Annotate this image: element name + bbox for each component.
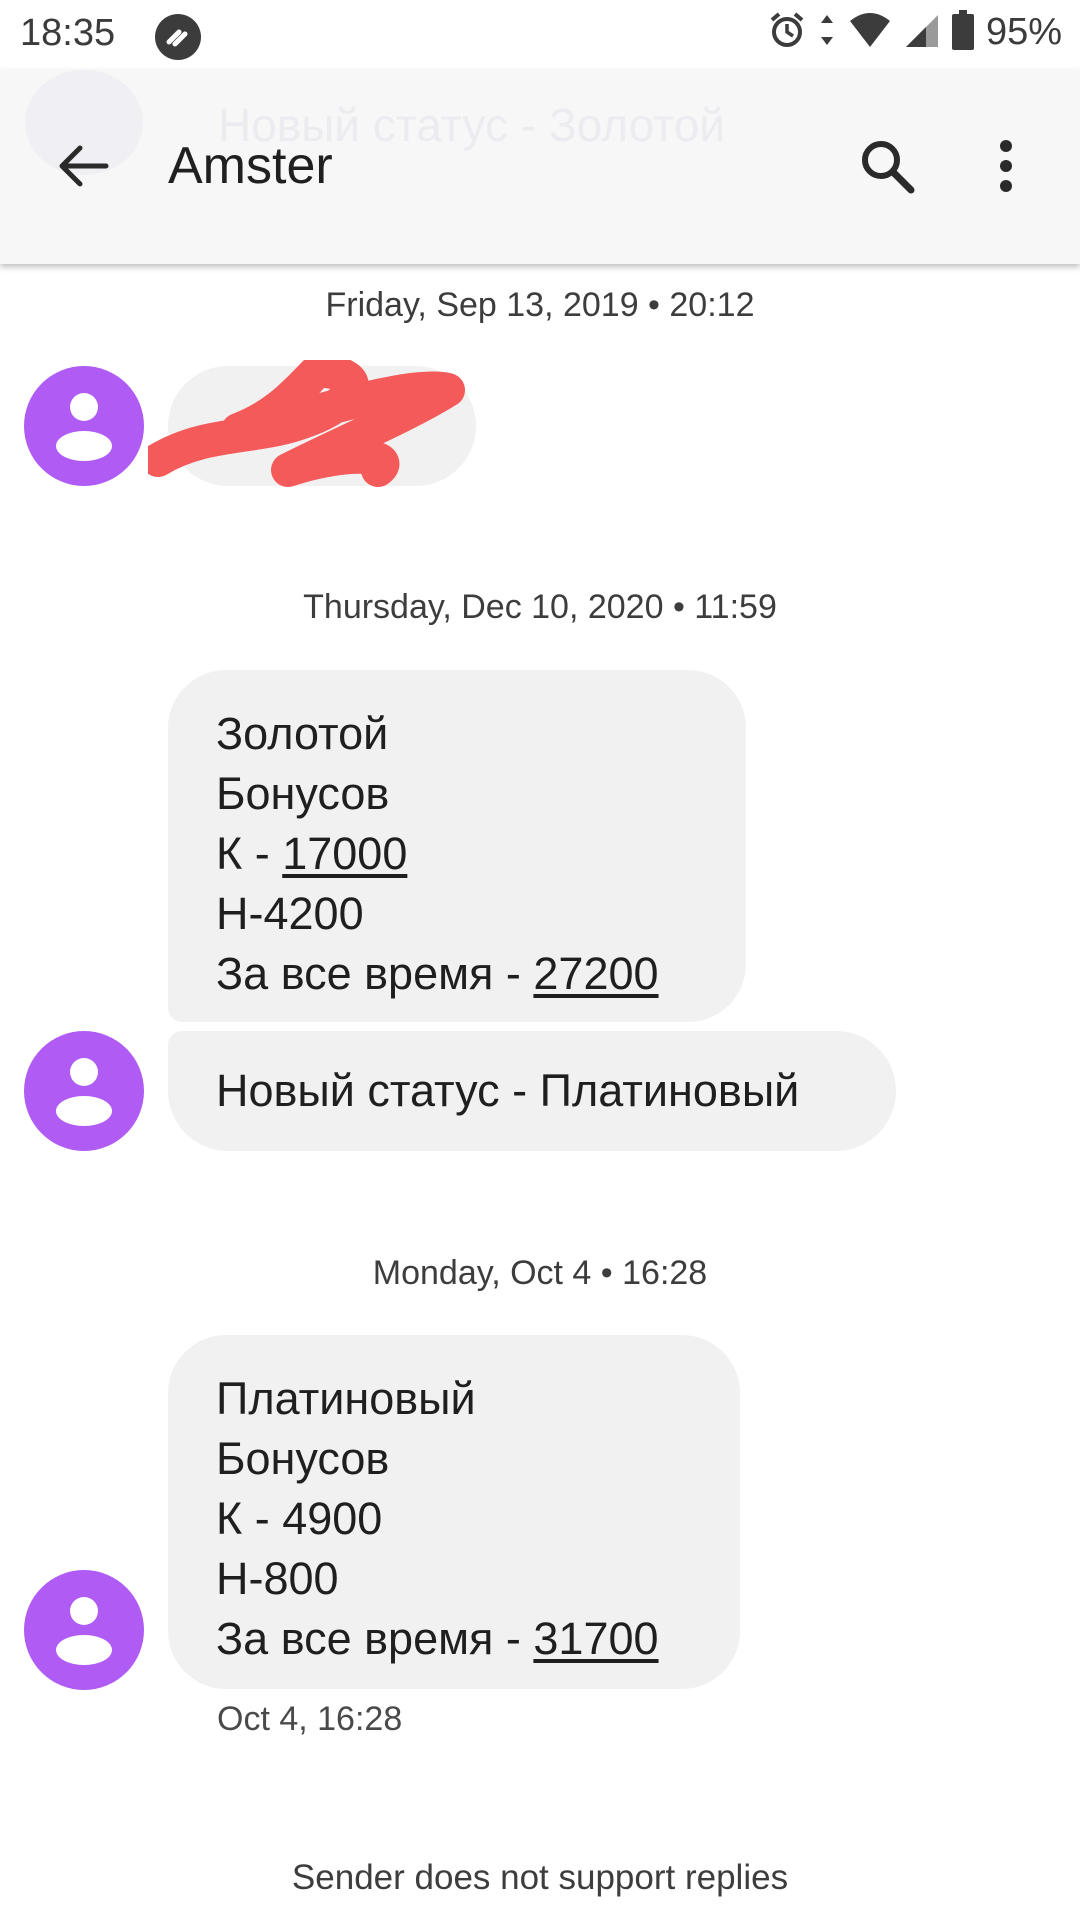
status-bar: 18:35 95% xyxy=(0,0,1080,70)
redaction-scribble xyxy=(148,360,465,487)
search-icon xyxy=(862,141,915,194)
message-line: Новый статус - Платиновый xyxy=(216,1065,800,1116)
message-bubble[interactable]: Платиновый Бонусов К - 4900 Н-800 За все… xyxy=(168,1335,740,1689)
person-icon xyxy=(56,393,112,461)
phone-number-link[interactable]: 17000 xyxy=(282,828,407,879)
message-text: За все время - xyxy=(216,948,534,999)
back-arrow-icon xyxy=(59,145,109,187)
contact-avatar[interactable] xyxy=(24,1031,144,1151)
person-icon xyxy=(56,1597,112,1665)
message-line: Н-4200 xyxy=(216,888,364,939)
reply-unsupported-note: Sender does not support replies xyxy=(291,1858,789,1897)
data-arrows-icon xyxy=(818,11,836,54)
vpn-key-icon xyxy=(155,14,201,60)
status-time: 18:35 xyxy=(20,12,116,54)
person-icon xyxy=(56,1058,112,1126)
more-vert-icon xyxy=(1000,140,1012,192)
app-bar: Новый статус - Золотой Amster xyxy=(0,70,1080,264)
message-text: За все время - xyxy=(216,1613,534,1664)
number-link[interactable]: 31700 xyxy=(533,1613,658,1664)
message-line: Н-800 xyxy=(216,1553,339,1604)
search-button[interactable] xyxy=(855,134,919,198)
back-button[interactable] xyxy=(52,134,116,198)
message-text: К - xyxy=(216,828,283,879)
message-bubble[interactable]: Золотой Бонусов К - 17000 Н-4200 За все … xyxy=(168,670,746,1022)
battery-percent: 95% xyxy=(985,11,1062,53)
number-link[interactable]: 27200 xyxy=(533,948,658,999)
status-icons: 95% xyxy=(768,10,1062,55)
message-line: За все время - 31700 xyxy=(216,1609,692,1669)
battery-icon xyxy=(951,10,974,55)
date-header: Monday, Oct 4 • 16:28 xyxy=(372,1254,708,1292)
message-line: Платиновый xyxy=(216,1373,476,1424)
message-bubble[interactable]: Новый статус - Платиновый xyxy=(168,1031,896,1151)
alarm-icon xyxy=(768,11,806,54)
message-timestamp: Oct 4, 16:28 xyxy=(217,1700,403,1738)
message-bubble-redacted[interactable] xyxy=(148,360,476,487)
contact-avatar[interactable] xyxy=(24,1570,144,1690)
conversation-title: Amster xyxy=(168,137,333,195)
message-line: Бонусов xyxy=(216,768,390,819)
wifi-icon xyxy=(848,11,892,54)
contact-avatar[interactable] xyxy=(24,366,144,486)
signal-icon xyxy=(904,11,940,54)
date-header: Friday, Sep 13, 2019 • 20:12 xyxy=(325,286,755,324)
message-line: За все время - 27200 xyxy=(216,944,698,1004)
message-line: Бонусов xyxy=(216,1433,390,1484)
more-options-button[interactable] xyxy=(984,134,1028,198)
message-line: К - 4900 xyxy=(216,1493,383,1544)
message-line: К - 17000 xyxy=(216,824,698,884)
message-line: Золотой xyxy=(216,708,389,759)
date-header: Thursday, Dec 10, 2020 • 11:59 xyxy=(303,588,777,626)
